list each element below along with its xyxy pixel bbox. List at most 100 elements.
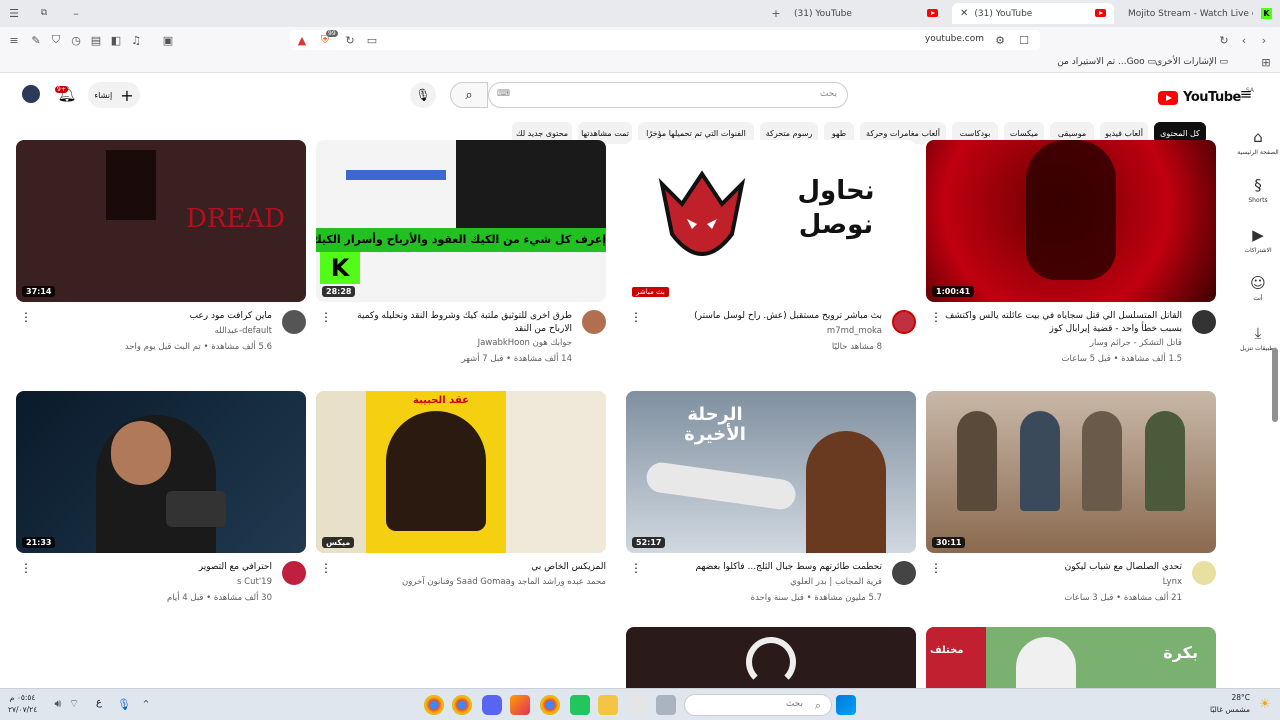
avatar[interactable] — [22, 85, 40, 103]
search-button[interactable]: ⌕ — [450, 82, 488, 108]
chevron-up-icon[interactable]: ⌃ — [140, 698, 152, 711]
video-title[interactable]: القاتل المتسلسل الي قتل سجاياه في بيت عا… — [942, 310, 1182, 336]
video-title[interactable]: ماين كرافت مود رعب — [32, 310, 272, 323]
bookmark-other[interactable]: الإشارات الأخرى ▭ — [1155, 57, 1228, 67]
windows-start-icon[interactable] — [836, 695, 856, 715]
tab-youtube-active[interactable]: ✕ (31) YouTube — [952, 3, 1114, 24]
channel-name[interactable]: default-عبدالله — [32, 326, 272, 336]
channel-name[interactable]: Lynx — [942, 577, 1182, 587]
video-thumbnail[interactable]: الرحلة الأخيرة 52:17 — [626, 391, 916, 553]
music-icon[interactable]: ♫ — [130, 34, 142, 47]
address-bar[interactable]: ▲ ⛨ 99 ↻ ▭ youtube.com ⚙ — [290, 30, 1040, 50]
video-thumbnail[interactable]: 30:11 — [926, 391, 1216, 553]
tab-youtube-1[interactable]: (31) YouTube — [786, 3, 946, 24]
more-actions-icon[interactable]: ⋮ — [930, 310, 942, 324]
chrome-icon[interactable] — [452, 695, 472, 715]
channel-avatar[interactable] — [282, 310, 306, 334]
channel-name[interactable]: جوابك هون JawabkHoon — [332, 338, 572, 348]
channel-name[interactable]: قاتل التشكر - جرائم وسار — [942, 338, 1182, 348]
video-thumbnail[interactable]: عقد الحبيبة ميكس — [316, 391, 606, 553]
window-menu-icon[interactable]: ☰ — [8, 7, 20, 20]
channel-avatar[interactable] — [892, 561, 916, 585]
more-actions-icon[interactable]: ⋮ — [930, 561, 942, 575]
volume-icon[interactable]: 🔊︎ — [52, 697, 64, 710]
minimize-window-icon[interactable]: – — [70, 7, 82, 20]
history-icon[interactable]: ◷ — [70, 34, 82, 47]
close-tab-icon[interactable]: ✕ — [960, 8, 968, 19]
weather-widget[interactable]: 28°C مشمس غالبًا — [1210, 692, 1250, 716]
video-title[interactable]: تحطمت طائرتهم وسط جبال الثلج... فأكلوا ب… — [642, 561, 883, 574]
wallet-icon[interactable]: ▣ — [162, 34, 174, 47]
refresh-page-icon[interactable]: ↻ — [344, 34, 356, 47]
voice-search-button[interactable]: 🎙︎ — [410, 82, 436, 108]
apps-grid-icon[interactable]: ⊞ — [1260, 56, 1272, 69]
channel-name[interactable]: قرية المجانب | بدر العلوي — [642, 577, 882, 587]
video-thumbnail[interactable]: DREAD 37:14 — [16, 140, 306, 302]
microphone-icon[interactable]: 🎙︎ — [117, 698, 131, 711]
search-input[interactable]: ⌨ بحث — [488, 82, 848, 108]
reading-list-icon[interactable]: ▤ — [90, 34, 102, 47]
bookmark-imported[interactable]: تم الاستيراد من ...Goo ▭ — [1057, 57, 1156, 67]
more-actions-icon[interactable]: ⋮ — [20, 310, 32, 324]
more-actions-icon[interactable]: ⋮ — [320, 561, 332, 575]
guide-menu-icon[interactable]: ≡ — [1238, 85, 1254, 103]
shield-icon[interactable]: ⛉ — [50, 33, 62, 46]
split-view-icon[interactable]: ◧ — [110, 34, 122, 47]
video-thumbnail[interactable]: مختلف بكرة — [926, 627, 1216, 688]
sidebar-toggle-icon[interactable]: ≡ — [8, 34, 20, 47]
channel-avatar[interactable] — [1192, 561, 1216, 585]
thumbnail-person — [806, 431, 886, 553]
bookmark-icon[interactable]: ☐ — [1018, 34, 1030, 47]
forward-icon[interactable]: › — [1258, 34, 1270, 47]
video-thumbnail[interactable]: إعرف كل شيء من الكيك العقود والأرباح وأس… — [316, 140, 606, 302]
video-thumbnail[interactable]: 21:33 — [16, 391, 306, 553]
channel-name[interactable]: محمد عبده وراشد الماجد وSaad Gomaa وفنان… — [326, 577, 606, 587]
cast-icon[interactable]: ▭ — [366, 34, 378, 47]
language-indicator[interactable]: ع — [96, 697, 102, 708]
tab-kick[interactable]: Mojito Stream - Watch Live on Kick K — [1120, 3, 1278, 24]
keyboard-icon[interactable]: ⌨ — [497, 89, 510, 99]
scrollbar-thumb[interactable] — [1272, 348, 1278, 422]
task-view-icon[interactable] — [656, 695, 676, 715]
wifi-icon[interactable]: ⌔ — [68, 697, 80, 710]
youtube-header: 🔔︎ 9+ إنشاء + 🎙︎ ⌕ ⌨ بحث YouTube SA ≡ — [0, 74, 1280, 118]
channel-name[interactable]: 19's Cut — [32, 577, 272, 587]
new-tab-button[interactable]: + — [770, 7, 782, 20]
page-scrollbar[interactable] — [1272, 150, 1278, 690]
channel-name[interactable]: m7md_moka — [642, 326, 882, 336]
video-meta: بث مباشر ترويح مستقبل (عش. راح لوسل ماست… — [626, 306, 916, 366]
more-actions-icon[interactable]: ⋮ — [630, 310, 642, 324]
reload-icon[interactable]: ↻ — [1218, 34, 1230, 47]
video-thumbnail[interactable]: نحاول نوصل بث مباشر — [626, 140, 916, 302]
create-button[interactable]: إنشاء + — [88, 82, 140, 108]
extension-icon[interactable]: ✎ — [30, 34, 42, 47]
video-thumbnail[interactable] — [626, 627, 916, 688]
video-title[interactable]: تحدي الصلصال مع شباب ليكون — [942, 561, 1182, 574]
video-title[interactable]: المزيكس الخاص بي — [366, 561, 606, 574]
more-actions-icon[interactable]: ⋮ — [630, 561, 642, 575]
video-title[interactable]: بث مباشر ترويح مستقبل (عش. راح لوسل ماست… — [642, 310, 882, 323]
site-settings-icon[interactable]: ⚙ — [994, 34, 1006, 47]
store-icon[interactable] — [628, 695, 648, 715]
app-icon[interactable] — [570, 695, 590, 715]
brave-rewards-icon[interactable]: ▲ — [296, 34, 308, 47]
channel-avatar[interactable] — [1192, 310, 1216, 334]
channel-avatar[interactable] — [892, 310, 916, 334]
video-title[interactable]: طرق اخرى للتوثيق ملتبة كيك وشروط النقد و… — [332, 310, 572, 336]
file-explorer-icon[interactable] — [598, 695, 618, 715]
restore-window-icon[interactable]: ⧉ — [38, 7, 50, 19]
discord-icon[interactable] — [482, 695, 502, 715]
folder-icon: ▭ — [1219, 57, 1228, 67]
taskbar-search[interactable]: ⌕ بحث — [684, 694, 832, 716]
chrome-icon[interactable] — [540, 695, 560, 715]
more-actions-icon[interactable]: ⋮ — [20, 561, 32, 575]
channel-avatar[interactable] — [582, 310, 606, 334]
chrome-icon[interactable] — [424, 695, 444, 715]
more-actions-icon[interactable]: ⋮ — [320, 310, 332, 324]
video-title[interactable]: احترافي مع التصوير — [32, 561, 272, 574]
app-icon[interactable] — [510, 695, 530, 715]
video-thumbnail[interactable]: 1:00:41 — [926, 140, 1216, 302]
clock[interactable]: ٠٥:٥٤ م ٢٧/٠٧/٢٤ — [8, 692, 37, 716]
channel-avatar[interactable] — [282, 561, 306, 585]
back-icon[interactable]: ‹ — [1238, 34, 1250, 47]
